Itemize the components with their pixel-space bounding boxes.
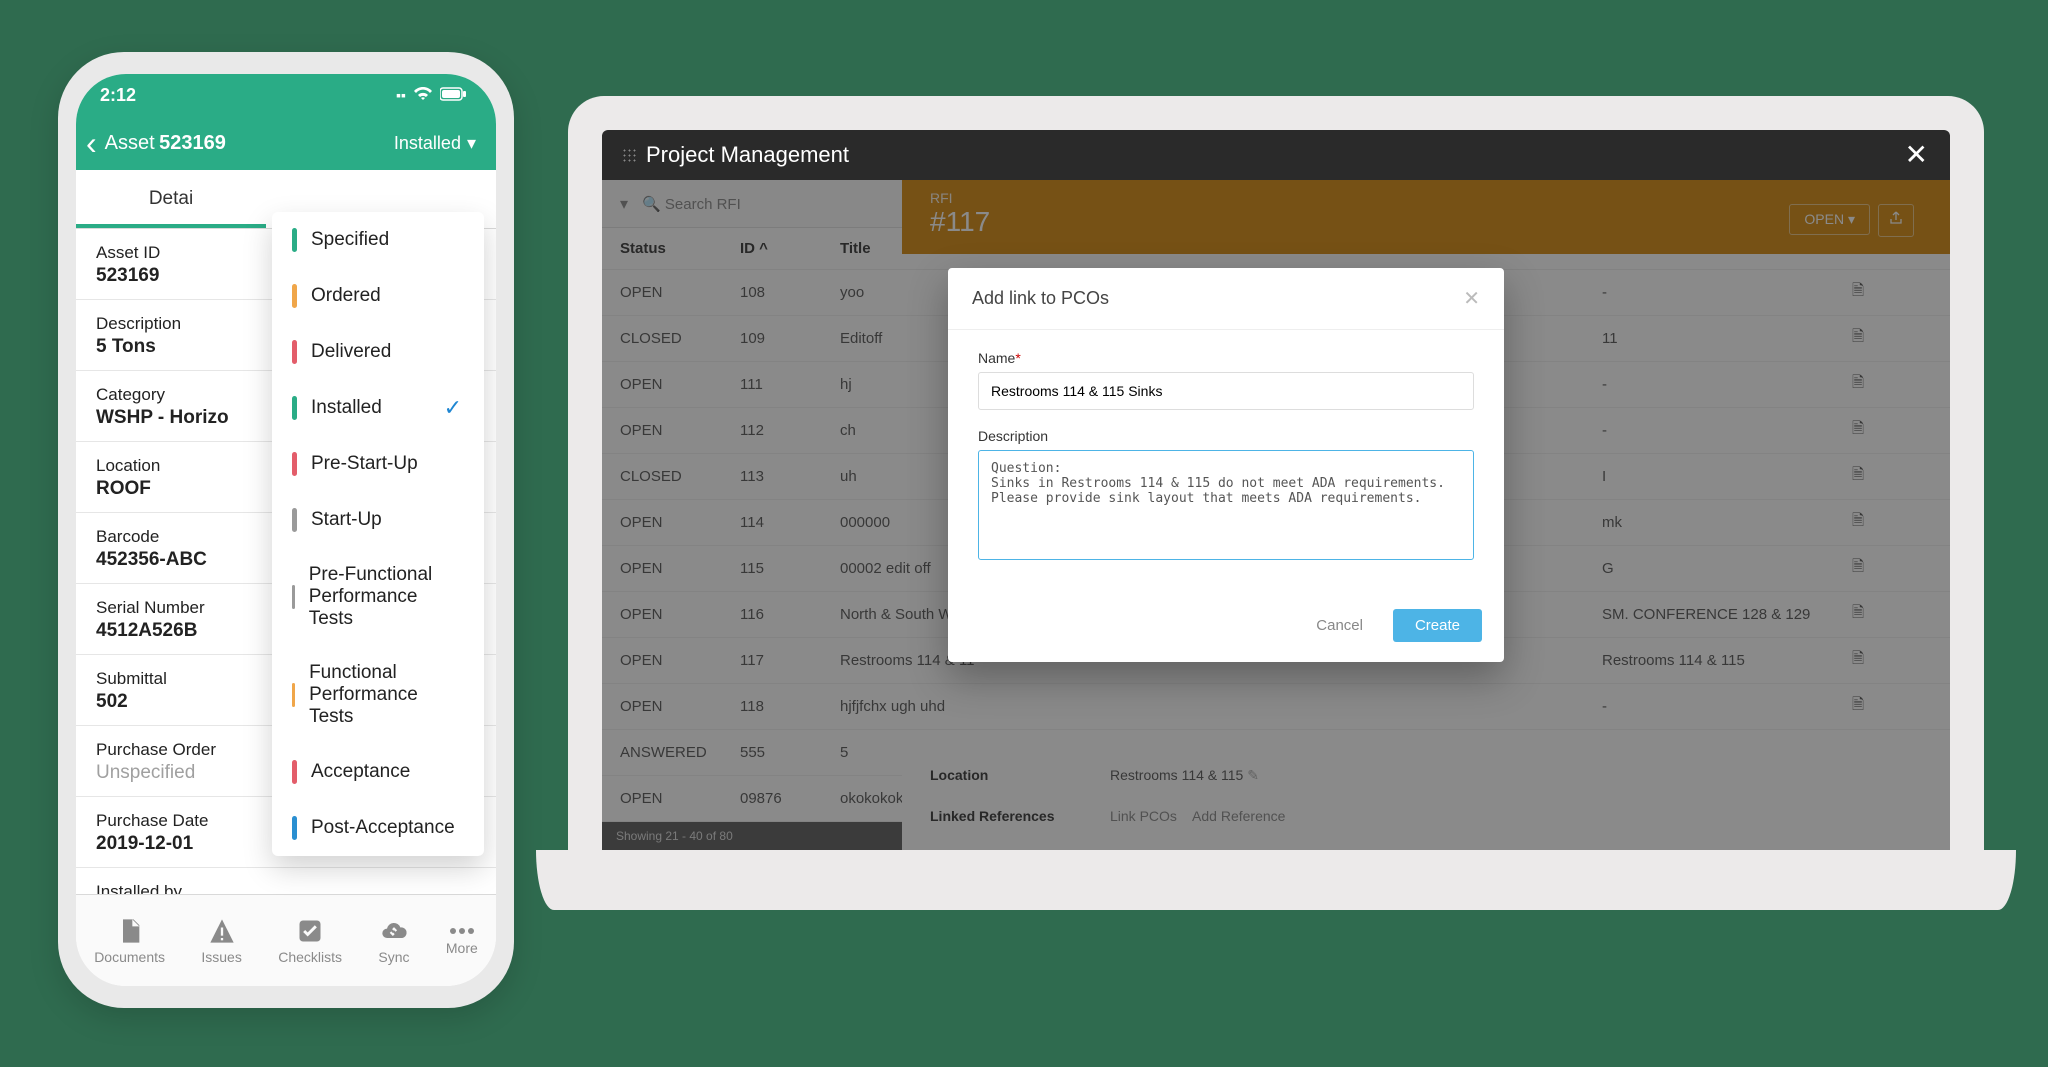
bottom-nav-issues[interactable]: Issues	[201, 917, 241, 965]
clock: 2:12	[100, 85, 136, 106]
signal-icon: ▪▪	[396, 87, 406, 103]
app-header: Project Management	[602, 130, 1950, 180]
grip-icon	[622, 148, 636, 162]
back-button[interactable]: ‹	[86, 127, 97, 159]
laptop-bezel: ✕ Project Management ▾ 🔍 Search RFI Expo…	[568, 96, 1984, 850]
status-option-label: Installed	[311, 397, 382, 419]
pencil-icon[interactable]: ✎	[461, 891, 478, 895]
bottom-nav-label: More	[446, 940, 478, 956]
sync-icon	[378, 917, 409, 945]
description-field-label: Description	[978, 428, 1474, 444]
status-option-label: Functional Performance Tests	[309, 662, 464, 728]
description-textarea[interactable]	[978, 450, 1474, 560]
modal-close-icon[interactable]: ✕	[1463, 286, 1480, 311]
checklists-icon	[278, 917, 342, 945]
laptop-frame: ✕ Project Management ▾ 🔍 Search RFI Expo…	[568, 96, 1984, 910]
status-option-label: Pre-Functional Performance Tests	[309, 564, 464, 630]
status-option-functional-performance-tests[interactable]: Functional Performance Tests	[272, 646, 484, 744]
issues-icon	[201, 917, 241, 945]
tab-details[interactable]: Detai	[76, 170, 266, 228]
status-color-bar	[292, 228, 297, 252]
status-option-installed[interactable]: Installed ✓	[272, 380, 484, 436]
name-field-label: Name*	[978, 350, 1474, 366]
status-color-bar	[292, 452, 297, 476]
bottom-nav-documents[interactable]: Documents	[94, 917, 165, 965]
name-input[interactable]	[978, 372, 1474, 410]
bottom-nav-label: Documents	[94, 949, 165, 965]
laptop-base	[536, 850, 2016, 910]
status-color-bar	[292, 508, 297, 532]
status-option-label: Ordered	[311, 285, 381, 307]
status-icons: ▪▪	[396, 87, 466, 104]
checkmark-icon: ✓	[444, 395, 462, 421]
status-color-bar	[292, 340, 297, 364]
status-color-bar	[292, 585, 295, 609]
status-option-label: Acceptance	[311, 761, 410, 783]
wifi-icon	[414, 87, 432, 104]
bottom-nav-checklists[interactable]: Checklists	[278, 917, 342, 965]
status-color-bar	[292, 396, 297, 420]
pm-body: ▾ 🔍 Search RFI Export ▾ Status ID ^ Titl…	[602, 180, 1950, 850]
phone-frame: 2:12 ▪▪ ‹ Asset 523169 Installed	[58, 52, 514, 1008]
status-dropdown-trigger[interactable]: Installed ▾	[394, 133, 476, 154]
modal-title: Add link to PCOs	[972, 288, 1109, 309]
status-option-label: Specified	[311, 229, 389, 251]
status-option-acceptance[interactable]: Acceptance	[272, 744, 484, 800]
status-option-post-acceptance[interactable]: Post-Acceptance	[272, 800, 484, 856]
phone-screen: 2:12 ▪▪ ‹ Asset 523169 Installed	[76, 74, 496, 986]
detail-label: Installed by	[96, 882, 476, 894]
status-option-specified[interactable]: Specified	[272, 212, 484, 268]
status-option-delivered[interactable]: Delivered	[272, 324, 484, 380]
bottom-nav-more[interactable]: More	[446, 926, 478, 956]
laptop-screen: ✕ Project Management ▾ 🔍 Search RFI Expo…	[602, 130, 1950, 850]
status-option-start-up[interactable]: Start-Up	[272, 492, 484, 548]
app-title: Project Management	[646, 142, 849, 168]
caret-down-icon: ▾	[467, 133, 476, 154]
bottom-nav-label: Sync	[378, 949, 409, 965]
battery-icon	[440, 87, 466, 104]
documents-icon	[94, 917, 165, 945]
create-button[interactable]: Create	[1393, 609, 1482, 642]
detail-row-installed-by[interactable]: Installed by Mike's Mechanical✎	[76, 868, 496, 894]
bottom-nav-label: Checklists	[278, 949, 342, 965]
status-color-bar	[292, 760, 297, 784]
status-menu[interactable]: Specified Ordered Delivered Installed ✓ P…	[272, 212, 484, 856]
status-option-pre-start-up[interactable]: Pre-Start-Up	[272, 436, 484, 492]
cancel-button[interactable]: Cancel	[1294, 609, 1385, 642]
status-option-pre-functional-performance-tests[interactable]: Pre-Functional Performance Tests	[272, 548, 484, 646]
status-option-ordered[interactable]: Ordered	[272, 268, 484, 324]
status-color-bar	[292, 683, 295, 707]
status-color-bar	[292, 284, 297, 308]
bottom-nav-label: Issues	[201, 949, 241, 965]
asset-title: Asset 523169	[105, 132, 226, 155]
status-option-label: Delivered	[311, 341, 391, 363]
current-status-label: Installed	[394, 133, 461, 154]
status-option-label: Post-Acceptance	[311, 817, 455, 839]
bottom-nav-sync[interactable]: Sync	[378, 917, 409, 965]
status-option-label: Pre-Start-Up	[311, 453, 418, 475]
nav-bar: ‹ Asset 523169 Installed ▾	[76, 116, 496, 170]
status-color-bar	[292, 816, 297, 840]
status-option-label: Start-Up	[311, 509, 382, 531]
bottom-nav: Documents Issues Checklists Sync More	[76, 894, 496, 986]
status-bar: 2:12 ▪▪	[76, 74, 496, 116]
close-icon[interactable]: ✕	[1905, 138, 1928, 171]
more-icon	[446, 926, 478, 936]
add-link-modal: Add link to PCOs ✕ Name* Description	[948, 268, 1504, 662]
